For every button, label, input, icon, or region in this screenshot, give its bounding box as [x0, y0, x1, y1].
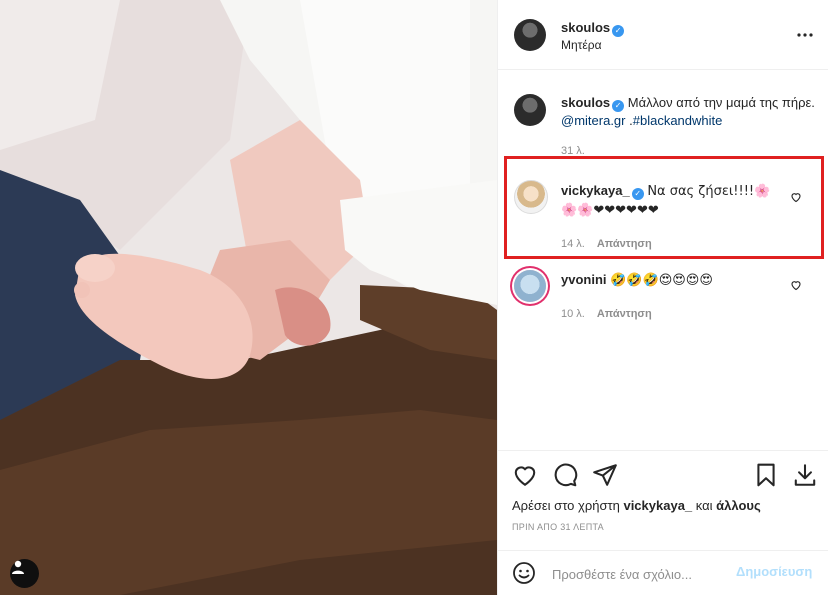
comment-input[interactable] [550, 563, 734, 585]
reply-button[interactable]: Απάντηση [597, 308, 652, 320]
comment-username[interactable]: vickykaya_ [561, 183, 630, 198]
caption-mention-link[interactable]: @mitera.gr [561, 113, 626, 128]
caption-text-part2: . [625, 113, 633, 128]
comment-text: 🤣🤣🤣😍😍😍😍 [610, 273, 713, 288]
post-header: skoulos ✓ Μητέρα [498, 0, 828, 70]
like-comment-heart-icon[interactable] [790, 191, 802, 203]
tagged-users-button[interactable] [10, 559, 39, 588]
smiley-icon[interactable] [512, 561, 536, 585]
more-horizontal-icon [797, 33, 813, 37]
post-timestamp[interactable]: ΠΡΙΝ ΑΠΟ 31 ΛΕΠΤΑ [512, 522, 604, 532]
avatar[interactable] [514, 270, 546, 302]
verified-badge-icon: ✓ [612, 25, 625, 37]
download-icon[interactable] [792, 462, 818, 488]
caption-username[interactable]: skoulos [561, 95, 610, 110]
comment-icon[interactable] [552, 462, 578, 488]
post-side-panel: skoulos ✓ Μητέρα skoulos ✓ Μάλλον από την … [497, 0, 828, 595]
more-options-button[interactable] [796, 26, 814, 44]
caption-hashtag-link[interactable]: #blackandwhite [633, 113, 723, 128]
likes-others-link[interactable]: άλλους [716, 498, 761, 513]
post-actions: Αρέσει στο χρήστη vickykaya_ και άλλους … [498, 450, 828, 550]
comment-time[interactable]: 14 λ. [561, 238, 585, 250]
post-photo[interactable] [0, 0, 497, 595]
post-comment-button[interactable]: Δημοσίευση [736, 564, 812, 579]
reply-button[interactable]: Απάντηση [597, 238, 652, 250]
save-bookmark-icon[interactable] [753, 462, 779, 488]
avatar[interactable] [514, 180, 548, 214]
author-username[interactable]: skoulos [561, 20, 610, 35]
likes-liker-link[interactable]: vickykaya_ [623, 498, 692, 513]
avatar[interactable] [514, 19, 546, 51]
like-heart-icon[interactable] [512, 462, 538, 488]
add-comment-bar: Δημοσίευση [498, 550, 828, 595]
post-location[interactable]: Μητέρα [561, 38, 602, 52]
share-icon[interactable] [592, 462, 618, 488]
caption-text-part1: Μάλλον από την μαμά της πήρε. [627, 95, 815, 110]
photo-illustration [0, 0, 497, 595]
person-icon [12, 560, 24, 574]
likes-summary: Αρέσει στο χρήστη vickykaya_ και άλλους [512, 498, 761, 513]
avatar[interactable] [514, 94, 546, 126]
comment-time[interactable]: 10 λ. [561, 308, 585, 320]
likes-connector: και [695, 498, 713, 513]
like-comment-heart-icon[interactable] [790, 279, 802, 291]
verified-badge-icon: ✓ [612, 100, 625, 112]
verified-badge-icon: ✓ [631, 188, 644, 200]
likes-prefix: Αρέσει στο χρήστη [512, 498, 620, 513]
comment-username[interactable]: yvonini [561, 272, 607, 287]
